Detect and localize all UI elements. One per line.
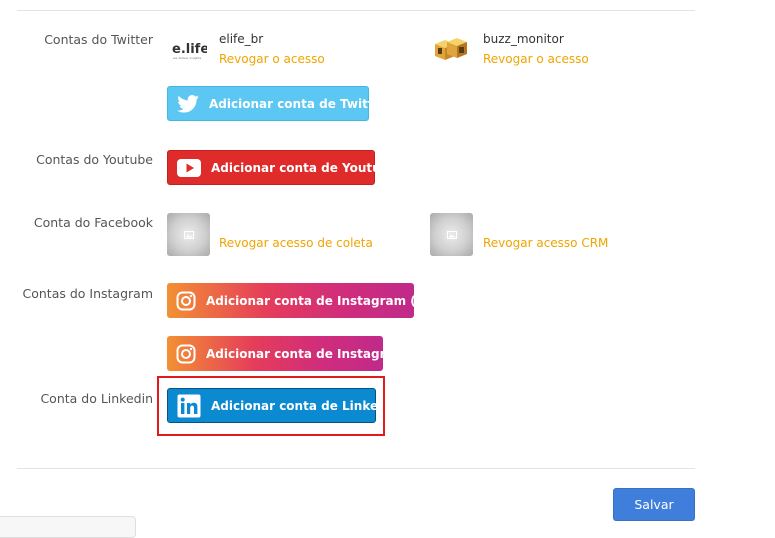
twitter-account-name: buzz_monitor — [483, 32, 564, 46]
add-instagram-crm-label: Adicionar conta de Instagram (crm) — [206, 293, 447, 308]
twitter-account-name: elife_br — [219, 32, 264, 46]
svg-text:e.life: e.life — [172, 42, 207, 57]
facebook-collection-thumbnail — [167, 213, 210, 256]
save-button[interactable]: Salvar — [613, 488, 695, 521]
facebook-revoke-crm-link[interactable]: Revogar acesso CRM — [483, 236, 608, 250]
facebook-crm-thumbnail — [430, 213, 473, 256]
top-divider — [17, 10, 695, 11]
image-placeholder-icon — [183, 230, 194, 239]
linkedin-highlight-box — [157, 376, 385, 436]
twitter-revoke-link[interactable]: Revogar o acesso — [219, 52, 325, 66]
elife-logo: e.life we deliver insights — [171, 38, 209, 62]
add-twitter-account-button[interactable]: Adicionar conta de Twitter — [167, 86, 388, 121]
add-instagram-button[interactable]: Adicionar conta de Instagram — [167, 336, 406, 371]
add-instagram-label: Adicionar conta de Instagram — [206, 346, 407, 361]
add-youtube-account-button[interactable]: Adicionar conta de Youtube — [167, 150, 397, 185]
add-instagram-crm-button[interactable]: Adicionar conta de Instagram (crm) — [167, 283, 447, 318]
twitter-bird-icon — [177, 92, 199, 116]
twitter-label: Contas do Twitter — [44, 32, 153, 47]
buzz-monitor-logo-icon — [433, 34, 469, 64]
add-youtube-label: Adicionar conta de Youtube — [211, 160, 398, 175]
instagram-icon — [176, 342, 196, 366]
image-placeholder-icon — [446, 230, 457, 239]
bottom-divider — [17, 468, 695, 469]
bottom-panel-tab — [0, 516, 136, 538]
instagram-icon — [176, 289, 196, 313]
add-twitter-label: Adicionar conta de Twitter — [209, 96, 388, 111]
instagram-label: Contas do Instagram — [22, 286, 154, 301]
svg-text:we deliver insights: we deliver insights — [173, 56, 202, 60]
facebook-label: Conta do Facebook — [33, 215, 153, 230]
linkedin-label: Conta do Linkedin — [40, 391, 153, 406]
facebook-revoke-collection-link[interactable]: Revogar acesso de coleta — [219, 236, 373, 250]
youtube-label: Contas do Youtube — [36, 152, 153, 167]
twitter-revoke-link[interactable]: Revogar o acesso — [483, 52, 589, 66]
youtube-play-icon — [177, 156, 201, 180]
